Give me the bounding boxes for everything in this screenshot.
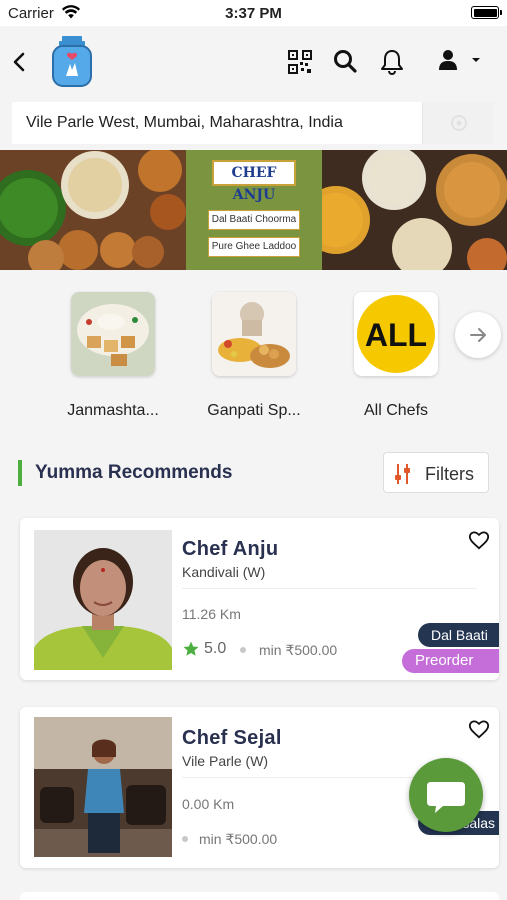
filters-button[interactable]: Filters bbox=[383, 452, 489, 493]
rating-row: 5.0 min ₹500.00 bbox=[182, 640, 382, 660]
star-icon bbox=[183, 641, 199, 656]
chat-button[interactable] bbox=[409, 758, 483, 832]
banner-chef-panel: CHEF ANJU Dal Baati Choorma Pure Ghee La… bbox=[186, 150, 322, 270]
recommends-header: Yumma Recommends Filters bbox=[18, 450, 490, 494]
chef-photo bbox=[34, 717, 172, 857]
section-accent-bar bbox=[18, 460, 22, 486]
rating-row: min ₹500.00 bbox=[182, 829, 382, 849]
divider bbox=[182, 588, 477, 589]
chef-card-partial[interactable] bbox=[20, 892, 499, 900]
preorder-tag: Preorder bbox=[402, 649, 499, 673]
chef-name: Chef Anju bbox=[182, 538, 279, 560]
location-input[interactable] bbox=[12, 102, 422, 144]
banner-dish-1: Dal Baati Choorma bbox=[208, 210, 300, 230]
app-logo[interactable] bbox=[50, 36, 94, 88]
chef-card[interactable]: Chef Anju Kandivali (W) 11.26 Km 5.0 min… bbox=[20, 518, 499, 680]
category-label: All Chefs bbox=[363, 402, 429, 419]
search-icon[interactable] bbox=[332, 48, 360, 76]
qr-code-icon[interactable] bbox=[286, 48, 314, 76]
banner-dish-2: Pure Ghee Laddoo bbox=[208, 237, 300, 257]
locate-icon bbox=[451, 115, 467, 131]
sliders-icon bbox=[395, 464, 410, 484]
caret-down-icon[interactable] bbox=[470, 48, 484, 76]
category-image: ALL bbox=[354, 292, 438, 376]
banner-food-image-right bbox=[322, 150, 507, 270]
top-nav bbox=[0, 26, 507, 98]
status-bar: Carrier 3:37 PM bbox=[0, 0, 507, 26]
chef-distance: 0.00 Km bbox=[182, 796, 235, 812]
section-title: Yumma Recommends bbox=[35, 462, 233, 483]
category-label: Janmashta... bbox=[67, 402, 159, 419]
dish-tag: Dal Baati bbox=[418, 623, 499, 647]
chef-area: Vile Parle (W) bbox=[182, 753, 269, 769]
arrow-right-icon bbox=[470, 328, 486, 342]
chat-icon bbox=[427, 782, 465, 813]
category-label: Ganpati Sp... bbox=[207, 402, 301, 419]
heart-icon[interactable] bbox=[468, 718, 490, 740]
chef-area: Kandivali (W) bbox=[182, 564, 266, 580]
user-icon[interactable] bbox=[436, 48, 464, 76]
category-image bbox=[212, 292, 296, 376]
separator-dot bbox=[182, 836, 188, 842]
filters-label: Filters bbox=[425, 464, 474, 484]
category-next-button[interactable] bbox=[455, 312, 501, 358]
banner-chef-label: CHEF ANJU bbox=[212, 160, 296, 203]
promo-banner[interactable]: CHEF ANJU Dal Baati Choorma Pure Ghee La… bbox=[0, 150, 507, 270]
chef-name: Chef Sejal bbox=[182, 727, 282, 749]
bell-icon[interactable] bbox=[378, 48, 406, 76]
separator-dot bbox=[240, 647, 246, 653]
min-order: min ₹500.00 bbox=[199, 831, 278, 847]
clock: 3:37 PM bbox=[225, 5, 282, 22]
min-order: min ₹500.00 bbox=[259, 642, 338, 658]
chef-rating: 5.0 bbox=[204, 640, 227, 657]
battery-icon bbox=[471, 6, 502, 19]
location-bar bbox=[12, 102, 494, 144]
chef-photo bbox=[34, 530, 172, 670]
heart-icon[interactable] bbox=[468, 529, 490, 551]
category-image bbox=[71, 292, 155, 376]
all-badge-text: ALL bbox=[365, 317, 427, 353]
chevron-left-icon[interactable] bbox=[8, 50, 32, 74]
chef-distance: 11.26 Km bbox=[182, 606, 241, 622]
category-carousel: Janmashta... Ganpati Sp... ALL All Chefs bbox=[0, 280, 507, 420]
banner-food-image-left bbox=[0, 150, 186, 270]
locate-button[interactable] bbox=[422, 102, 494, 144]
